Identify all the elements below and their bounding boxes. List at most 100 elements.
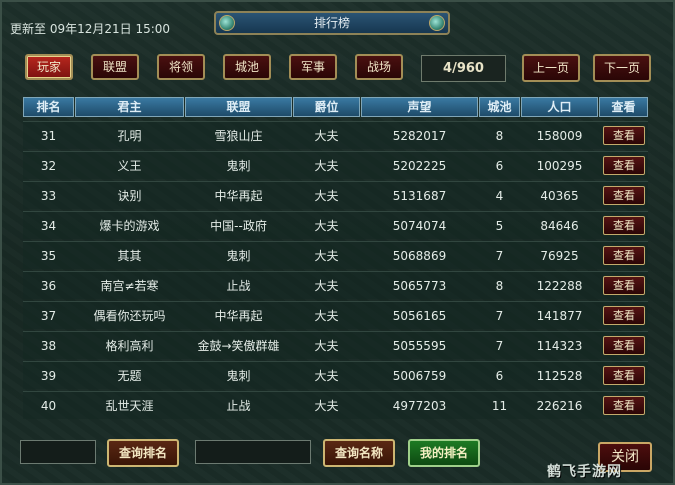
- next-page-button[interactable]: 下一页: [593, 54, 651, 82]
- view-button[interactable]: 查看: [603, 156, 645, 175]
- lord-cell: 偶看你还玩吗: [93, 309, 166, 323]
- view-button[interactable]: 查看: [603, 396, 645, 415]
- rank-cell: 32: [40, 159, 57, 173]
- lord-cell: 南宫≠若寒: [100, 279, 159, 293]
- lord-cell: 诀别: [117, 189, 142, 203]
- lord-cell: 其其: [117, 249, 142, 263]
- rank-cell: 36: [40, 279, 57, 293]
- column-header-7: 查看: [599, 97, 648, 117]
- lord-cell: 爆卡的游戏: [99, 219, 160, 233]
- ranking-table: 排名 君主 联盟 爵位 声望 城池 人口 查看 31 孔明 雪狼山庄大夫 5282017 8 15800…: [23, 97, 648, 422]
- table-row: 36 南宫≠若寒 止战 大夫 5065773 8 122288 查看: [23, 271, 648, 299]
- title-cell: 大夫: [314, 399, 339, 413]
- window-title: 排行榜: [214, 11, 450, 35]
- my-rank-button[interactable]: 我的排名: [408, 439, 480, 467]
- alliance-cell: 雪狼山庄: [214, 129, 263, 143]
- view-button[interactable]: 查看: [603, 246, 645, 265]
- alliance-cell: 中华再起: [214, 309, 263, 323]
- view-button[interactable]: 查看: [603, 306, 645, 325]
- column-header-1: 君主: [75, 97, 184, 117]
- leaderboard-window: 更新至 09年12月21日 15:00 排行榜 玩家 联盟 将领 城池 军事 战场 4/9…: [0, 0, 675, 485]
- view-button[interactable]: 查看: [603, 126, 645, 145]
- prev-page-button[interactable]: 上一页: [522, 54, 580, 82]
- rank-cell: 35: [40, 249, 57, 263]
- table-row: 32 义王 鬼刺 大夫 5202225 6 100295 查看: [23, 151, 648, 179]
- rank-cell: 40: [40, 399, 57, 413]
- title-cell: 大夫: [314, 309, 339, 323]
- view-button[interactable]: 查看: [603, 336, 645, 355]
- view-button[interactable]: 查看: [603, 366, 645, 385]
- tab-5[interactable]: 战场: [355, 54, 403, 80]
- table-row: 33 诀别 中华再起 大夫 5131687 4 40365 查看: [23, 181, 648, 209]
- table-row: 40 乱世天涯 止战 大夫 4977203 11 226216 查看: [23, 391, 648, 419]
- cities-cell: 6: [495, 159, 504, 173]
- tab-2[interactable]: 将领: [157, 54, 205, 80]
- table-row: 31 孔明 雪狼山庄 大夫 5282017 8 158009 查看: [23, 121, 648, 149]
- tab-0[interactable]: 玩家: [25, 54, 73, 80]
- column-header-6: 人口: [521, 97, 598, 117]
- table-row: 34 爆卡的游戏 中国--政府 大夫 5074074 5 84646 查看: [23, 211, 648, 239]
- title-cell: 大夫: [314, 369, 339, 383]
- column-header-5: 城池: [479, 97, 520, 117]
- population-cell: 76925: [540, 249, 579, 263]
- rank-cell: 39: [40, 369, 57, 383]
- view-button[interactable]: 查看: [603, 186, 645, 205]
- title-cell: 大夫: [314, 249, 339, 263]
- table-header: 排名 君主 联盟 爵位 声望 城池 人口 查看: [23, 97, 648, 119]
- watermark-logo: 鹤飞手游网: [547, 464, 622, 480]
- title-cell: 大夫: [314, 189, 339, 203]
- lord-cell: 格利高利: [105, 339, 154, 353]
- prestige-cell: 5202225: [392, 159, 447, 173]
- prestige-cell: 5065773: [392, 279, 447, 293]
- prestige-cell: 5056165: [392, 309, 447, 323]
- lord-cell: 乱世天涯: [105, 399, 154, 413]
- population-cell: 226216: [536, 399, 583, 413]
- alliance-cell: 止战: [226, 279, 251, 293]
- rank-cell: 38: [40, 339, 57, 353]
- query-rank-button[interactable]: 查询排名: [107, 439, 179, 467]
- title-text: 排行榜: [313, 16, 350, 30]
- lord-cell: 义王: [117, 159, 142, 173]
- rank-cell: 31: [40, 129, 57, 143]
- view-button[interactable]: 查看: [603, 276, 645, 295]
- update-timestamp: 更新至 09年12月21日 15:00: [10, 22, 171, 36]
- alliance-cell: 鬼刺: [226, 159, 251, 173]
- prestige-cell: 5131687: [392, 189, 447, 203]
- tab-1[interactable]: 联盟: [91, 54, 139, 80]
- population-cell: 84646: [540, 219, 579, 233]
- alliance-cell: 金鼓→笑傲群雄: [197, 339, 280, 353]
- cities-cell: 8: [495, 279, 504, 293]
- population-cell: 112528: [536, 369, 583, 383]
- title-ornament-right-icon: [429, 15, 445, 31]
- cities-cell: 7: [495, 309, 504, 323]
- title-ornament-left-icon: [219, 15, 235, 31]
- lord-cell: 孔明: [117, 129, 142, 143]
- lord-cell: 无题: [117, 369, 142, 383]
- column-header-2: 联盟: [185, 97, 292, 117]
- table-row: 35 其其 鬼刺 大夫 5068869 7 76925 查看: [23, 241, 648, 269]
- population-cell: 122288: [536, 279, 583, 293]
- name-search-input[interactable]: [195, 440, 311, 464]
- tab-4[interactable]: 军事: [289, 54, 337, 80]
- column-header-3: 爵位: [293, 97, 360, 117]
- page-indicator: 4/960: [421, 55, 506, 82]
- population-cell: 114323: [536, 339, 583, 353]
- alliance-cell: 中华再起: [214, 189, 263, 203]
- alliance-cell: 中国--政府: [210, 219, 267, 233]
- view-button[interactable]: 查看: [603, 216, 645, 235]
- table-row: 38 格利高利 金鼓→笑傲群雄 大夫 5055595 7 114323 查看: [23, 331, 648, 359]
- tab-3[interactable]: 城池: [223, 54, 271, 80]
- rank-search-input[interactable]: [20, 440, 96, 464]
- prestige-cell: 4977203: [392, 399, 447, 413]
- population-cell: 158009: [536, 129, 583, 143]
- prestige-cell: 5282017: [392, 129, 447, 143]
- query-name-button[interactable]: 查询名称: [323, 439, 395, 467]
- population-cell: 141877: [536, 309, 583, 323]
- prestige-cell: 5068869: [392, 249, 447, 263]
- alliance-cell: 鬼刺: [226, 249, 251, 263]
- rank-cell: 34: [40, 219, 57, 233]
- population-cell: 100295: [536, 159, 583, 173]
- cities-cell: 5: [495, 219, 504, 233]
- cities-cell: 11: [491, 399, 508, 413]
- rank-cell: 33: [40, 189, 57, 203]
